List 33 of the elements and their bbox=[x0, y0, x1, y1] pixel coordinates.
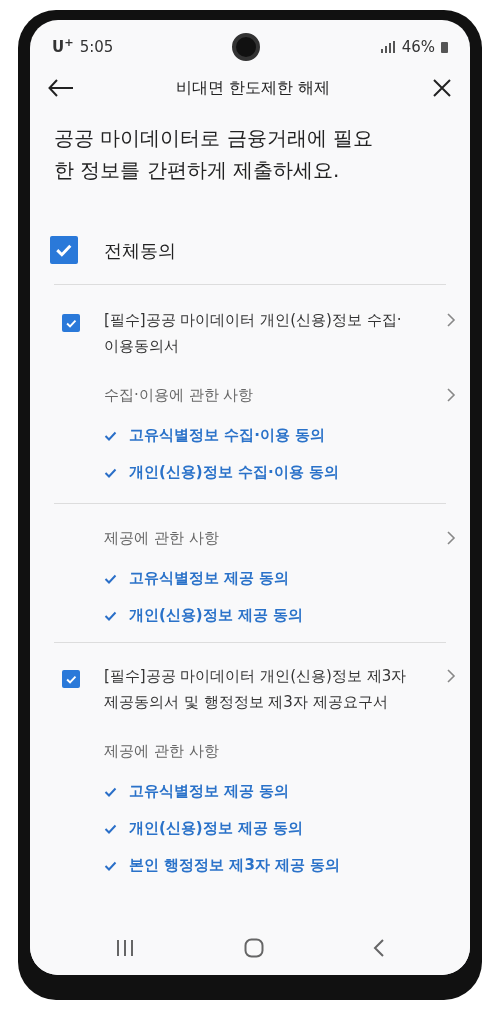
chevron-right-icon[interactable] bbox=[446, 668, 456, 684]
agreement-item[interactable]: 개인(신용)정보 제공 동의 bbox=[129, 604, 304, 627]
agreement-item[interactable]: 개인(신용)정보 제공 동의 bbox=[129, 817, 304, 840]
battery-percent: 46% bbox=[401, 36, 435, 58]
agreement-item[interactable]: 본인 행정정보 제3자 제공 동의 bbox=[129, 854, 341, 877]
agree-all-label[interactable]: 전체동의 bbox=[104, 236, 176, 264]
checkbox[interactable] bbox=[62, 314, 80, 332]
group-title[interactable]: 제공에 관한 사항 bbox=[104, 526, 219, 550]
signal-icon bbox=[379, 41, 396, 53]
consent-title[interactable]: [필수]공공 마이데이터 개인(신용)정보 제3자 제공동의서 및 행정정보 제3자 제공요구서 bbox=[104, 663, 434, 715]
agreement-item[interactable]: 고유식별정보 제공 동의 bbox=[129, 567, 290, 590]
intro-heading: 공공 마이데이터로 금융거래에 필요한 정보를 간편하게 제출하세요. bbox=[53, 125, 375, 184]
checkbox[interactable] bbox=[62, 670, 80, 688]
chevron-right-icon[interactable] bbox=[446, 312, 456, 328]
carrier-label: U$^{+}$ bbox=[52, 35, 74, 58]
page-title: 비대면 한도제한 해제 bbox=[175, 77, 331, 99]
checkbox[interactable] bbox=[50, 236, 78, 264]
agreement-item[interactable]: 고유식별정보 제공 동의 bbox=[129, 780, 290, 803]
back-arrow-icon[interactable] bbox=[48, 79, 74, 97]
agreement-item[interactable]: 고유식별정보 수집·이용 동의 bbox=[129, 424, 326, 447]
camera-icon bbox=[232, 33, 261, 61]
group-title: 제공에 관한 사항 bbox=[104, 740, 219, 762]
group-title[interactable]: 수집·이용에 관한 사항 bbox=[104, 383, 254, 407]
recent-apps-icon[interactable] bbox=[114, 939, 135, 957]
close-icon[interactable] bbox=[432, 78, 452, 98]
back-icon[interactable] bbox=[373, 938, 386, 958]
battery-icon bbox=[441, 41, 448, 53]
consent-title[interactable]: [필수]공공 마이데이터 개인(신용)정보 수집·이용동의서 bbox=[104, 307, 434, 359]
home-icon[interactable] bbox=[244, 938, 264, 958]
agreement-item[interactable]: 개인(신용)정보 수집·이용 동의 bbox=[129, 461, 339, 484]
chevron-right-icon[interactable] bbox=[446, 530, 456, 546]
chevron-right-icon[interactable] bbox=[446, 387, 456, 403]
clock: 5:05 bbox=[79, 36, 114, 58]
